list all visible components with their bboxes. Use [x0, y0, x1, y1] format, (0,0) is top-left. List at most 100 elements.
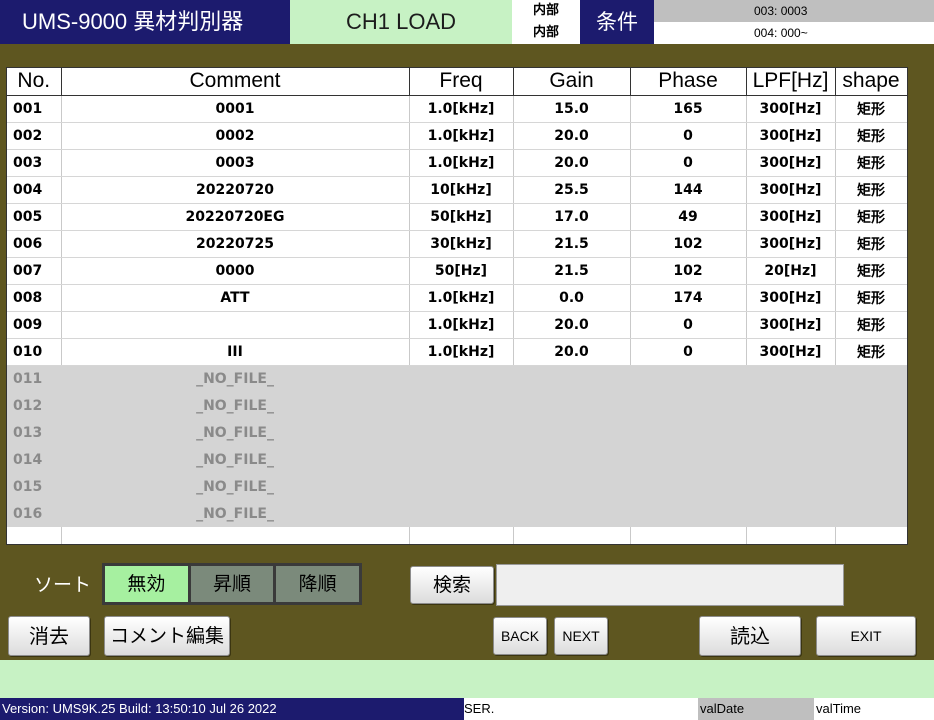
cell-phase	[630, 419, 746, 446]
sort-label: ソート	[34, 574, 92, 596]
status-serial: SER.	[464, 698, 698, 720]
table-row-empty[interactable]: 015 _NO_FILE_	[7, 473, 907, 500]
cell-freq: 30[kHz]	[409, 230, 514, 258]
cell-shape: 矩形	[835, 338, 907, 366]
cell-phase	[630, 392, 746, 419]
table-row[interactable]: 001 0001 1.0[kHz] 15.0 165 300[Hz] 矩形	[7, 95, 907, 123]
cell-gain	[513, 365, 630, 392]
cell-no: 005	[7, 203, 62, 231]
cell-phase: 49	[630, 203, 747, 231]
column-header-phase[interactable]: Phase	[630, 68, 747, 96]
column-header-comment[interactable]: Comment	[61, 68, 410, 96]
status-date: valDate	[698, 698, 814, 720]
cell-no: 011	[7, 365, 61, 392]
column-header-gain[interactable]: Gain	[513, 68, 631, 96]
cell-shape	[835, 365, 907, 392]
table-body: 001 0001 1.0[kHz] 15.0 165 300[Hz] 矩形 002 0002 1.…	[7, 95, 907, 544]
cell-lpf: 300[Hz]	[746, 122, 836, 150]
cell-lpf	[746, 392, 835, 419]
back-button[interactable]: BACK	[493, 617, 547, 655]
cell-phase	[630, 365, 746, 392]
cell-shape: 矩形	[835, 311, 907, 339]
cell-phase: 144	[630, 176, 747, 204]
cell-shape: 矩形	[835, 149, 907, 177]
cell-gain: 21.5	[513, 230, 631, 258]
column-header-lpf[interactable]: LPF[Hz]	[746, 68, 836, 96]
table-row[interactable]: 004 20220720 10[kHz] 25.5 144 300[Hz] 矩形	[7, 176, 907, 204]
cell-freq: 1.0[kHz]	[409, 284, 514, 312]
erase-button[interactable]: 消去	[8, 616, 90, 656]
cell-comment: 0003	[61, 149, 410, 177]
cell-gain: 20.0	[513, 149, 631, 177]
cell-comment: 0000	[61, 257, 410, 285]
cell-comment: _NO_FILE_	[61, 500, 409, 527]
cell-shape: 矩形	[835, 257, 907, 285]
cell-lpf: 300[Hz]	[746, 203, 836, 231]
cell-comment: _NO_FILE_	[61, 473, 409, 500]
cell-freq: 10[kHz]	[409, 176, 514, 204]
table-row-empty[interactable]: 016 _NO_FILE_	[7, 500, 907, 527]
table-row[interactable]: 008 ATT 1.0[kHz] 0.0 174 300[Hz] 矩形	[7, 284, 907, 312]
cell-comment: 20220720EG	[61, 203, 410, 231]
cell-comment: _NO_FILE_	[61, 392, 409, 419]
table-row-filler	[7, 527, 907, 544]
sort-disabled-button[interactable]: 無効	[105, 566, 188, 602]
cell-freq: 1.0[kHz]	[409, 311, 514, 339]
file-table-grid: No. Comment Freq Gain Phase LPF[Hz] shap…	[7, 68, 907, 544]
file-table: No. Comment Freq Gain Phase LPF[Hz] shap…	[6, 67, 908, 545]
cell-freq: 1.0[kHz]	[409, 95, 514, 123]
table-row[interactable]: 009 1.0[kHz] 20.0 0 300[Hz] 矩形	[7, 311, 907, 339]
cell-comment: 20220725	[61, 230, 410, 258]
cell-no: 013	[7, 419, 61, 446]
cell-gain: 17.0	[513, 203, 631, 231]
table-row[interactable]: 007 0000 50[Hz] 21.5 102 20[Hz] 矩形	[7, 257, 907, 285]
table-row[interactable]: 005 20220720EG 50[kHz] 17.0 49 300[Hz] 矩形	[7, 203, 907, 231]
condition-button[interactable]: 条件	[580, 0, 654, 44]
sort-ascending-button[interactable]: 昇順	[190, 566, 274, 602]
table-row[interactable]: 003 0003 1.0[kHz] 20.0 0 300[Hz] 矩形	[7, 149, 907, 177]
search-input[interactable]	[496, 564, 844, 606]
cell-shape: 矩形	[835, 230, 907, 258]
cell-no: 010	[7, 338, 62, 366]
cell-freq: 1.0[kHz]	[409, 338, 514, 366]
cell-comment: 20220720	[61, 176, 410, 204]
comment-edit-button[interactable]: コメント編集	[104, 616, 230, 656]
cell-comment: _NO_FILE_	[61, 419, 409, 446]
next-button[interactable]: NEXT	[554, 617, 608, 655]
cell-shape	[835, 446, 907, 473]
column-header-no[interactable]: No.	[7, 68, 62, 96]
cell-freq	[409, 446, 513, 473]
info-bottom: 004: 000~	[654, 22, 934, 44]
table-row-empty[interactable]: 013 _NO_FILE_	[7, 419, 907, 446]
cell-no: 001	[7, 95, 62, 123]
cell-phase: 0	[630, 311, 747, 339]
cell-no: 012	[7, 392, 61, 419]
app-title: UMS-9000 異材判別器	[0, 0, 290, 44]
load-button[interactable]: 読込	[699, 616, 801, 656]
table-row-empty[interactable]: 012 _NO_FILE_	[7, 392, 907, 419]
cell-comment: 0002	[61, 122, 410, 150]
cell-shape	[835, 473, 907, 500]
cell-freq: 1.0[kHz]	[409, 122, 514, 150]
cell-phase: 0	[630, 338, 747, 366]
cell-shape: 矩形	[835, 95, 907, 123]
cell-lpf: 300[Hz]	[746, 95, 836, 123]
exit-button[interactable]: EXIT	[816, 616, 916, 656]
table-row-empty[interactable]: 014 _NO_FILE_	[7, 446, 907, 473]
cell-gain	[513, 500, 630, 527]
sort-descending-button[interactable]: 降順	[276, 566, 360, 602]
column-header-shape[interactable]: shape	[835, 68, 907, 96]
cell-gain	[513, 473, 630, 500]
table-row[interactable]: 002 0002 1.0[kHz] 20.0 0 300[Hz] 矩形	[7, 122, 907, 150]
table-row-empty[interactable]: 011 _NO_FILE_	[7, 365, 907, 392]
cell-gain: 15.0	[513, 95, 631, 123]
cell-lpf: 300[Hz]	[746, 149, 836, 177]
column-header-freq[interactable]: Freq	[409, 68, 514, 96]
table-row[interactable]: 010 III 1.0[kHz] 20.0 0 300[Hz] 矩形	[7, 338, 907, 366]
info-top: 003: 0003	[654, 0, 934, 22]
table-row[interactable]: 006 20220725 30[kHz] 21.5 102 300[Hz] 矩形	[7, 230, 907, 258]
cell-freq: 50[Hz]	[409, 257, 514, 285]
search-button[interactable]: 検索	[410, 566, 494, 604]
cell-gain	[513, 419, 630, 446]
cell-phase	[630, 446, 746, 473]
